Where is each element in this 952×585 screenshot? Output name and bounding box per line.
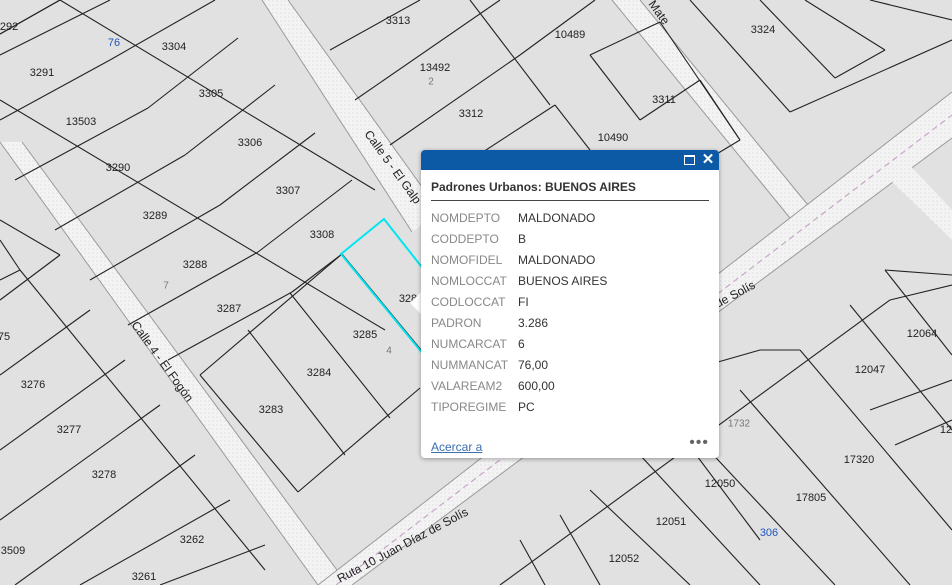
attribute-name: VALAREAM2: [431, 378, 503, 393]
attribute-value: MALDONADO: [518, 210, 596, 225]
parcel-number-label: 3291: [30, 67, 54, 79]
attribute-name: NUMCARCAT: [431, 336, 507, 351]
parcel-number-label: 3262: [180, 534, 204, 546]
cadastral-label: 4: [386, 346, 392, 357]
attribute-row: CODLOCCAT FI: [431, 291, 607, 312]
cadastral-label: 7: [163, 281, 169, 292]
parcel-number-label: 3277: [57, 424, 81, 436]
parcel-number-label: 292: [0, 21, 18, 33]
popup-header: ✕: [421, 150, 719, 170]
parcel-number-label: 3311: [652, 94, 676, 106]
zoom-to-link[interactable]: Acercar a: [431, 440, 482, 454]
popup-footer: Acercar a •••: [431, 434, 709, 454]
parcel-number-label: 12064: [907, 328, 938, 340]
attribute-value: BUENOS AIRES: [518, 273, 608, 288]
parcel-number-label: 3312: [459, 108, 483, 120]
parcel-number-label: 3304: [162, 41, 186, 53]
parcel-number-label: 12052: [609, 553, 640, 565]
parcel-number-label: 3283: [259, 404, 283, 416]
parcel-number-label: 3509: [1, 545, 25, 557]
attribute-name: NOMOFIDEL: [431, 252, 503, 267]
attribute-value: 600,00: [518, 378, 555, 393]
attribute-name: NUMMANCAT: [431, 357, 509, 372]
parcel-number-label: 3313: [386, 15, 410, 27]
parcel-number-label: 12: [940, 424, 952, 436]
parcel-number-label: 10490: [598, 132, 629, 144]
attribute-value: FI: [518, 294, 529, 309]
attribute-table: NOMDEPTO MALDONADO CODDEPTO B NOMOFIDEL MALDO…: [431, 207, 607, 417]
attribute-row: NOMOFIDEL MALDONADO: [431, 249, 607, 270]
more-options-button[interactable]: •••: [689, 434, 709, 452]
parcel-number-label: 3308: [310, 229, 334, 241]
parcel-number-label: 12050: [705, 478, 736, 490]
parcel-number-label: 3305: [199, 88, 223, 100]
attribute-row: PADRON 3.286: [431, 312, 607, 333]
attribute-name: CODLOCCAT: [431, 294, 506, 309]
parcel-number-label: 13492: [420, 62, 451, 74]
parcel-number-label: 17320: [844, 454, 875, 466]
popup-title: Padrones Urbanos: BUENOS AIRES: [431, 180, 709, 201]
attribute-value: B: [518, 231, 527, 246]
parcel-number-label: 3306: [238, 137, 262, 149]
cadastral-label: 2: [428, 77, 434, 88]
parcel-number-label: 3276: [21, 379, 45, 391]
attribute-name: NOMDEPTO: [431, 210, 501, 225]
parcel-number-label: 3324: [751, 24, 775, 36]
parcel-number-label: 12047: [855, 364, 886, 376]
attribute-row: NUMMANCAT 76,00: [431, 354, 607, 375]
parcel-number-label: 3284: [307, 367, 331, 379]
attribute-name: PADRON: [431, 315, 482, 330]
parcel-number-label: 3278: [92, 469, 116, 481]
popup-pointer: [410, 292, 421, 314]
cadastral-label: 1732: [728, 419, 751, 430]
block-number-label: 76: [108, 37, 120, 49]
attribute-value: 6: [518, 336, 525, 351]
parcel-number-label: 10489: [555, 29, 586, 41]
attribute-value: PC: [518, 399, 535, 414]
attribute-row: NUMCARCAT 6: [431, 333, 607, 354]
attribute-name: CODDEPTO: [431, 231, 499, 246]
attribute-row: VALAREAM2 600,00: [431, 375, 607, 396]
attribute-row: TIPOREGIME PC: [431, 396, 607, 417]
parcel-number-label: 13503: [66, 116, 97, 128]
parcel-number-label: 75: [0, 331, 10, 343]
parcel-number-label: 17805: [796, 492, 827, 504]
parcel-number-label: 3287: [217, 303, 241, 315]
parcel-number-label: 3288: [183, 259, 207, 271]
parcel-number-label: 3290: [106, 162, 130, 174]
maximize-button[interactable]: [681, 152, 697, 168]
block-number-label: 306: [760, 527, 778, 539]
attribute-row: NOMDEPTO MALDONADO: [431, 207, 607, 228]
attribute-name: TIPOREGIME: [431, 399, 507, 414]
parcel-number-label: 3307: [276, 185, 300, 197]
attribute-value: MALDONADO: [518, 252, 596, 267]
attribute-name: NOMLOCCAT: [431, 273, 507, 288]
attribute-row: CODDEPTO B: [431, 228, 607, 249]
attribute-row: NOMLOCCAT BUENOS AIRES: [431, 270, 607, 291]
parcel-number-label: 3261: [132, 571, 156, 583]
parcel-number-label: 12051: [656, 516, 687, 528]
attribute-value: 76,00: [518, 357, 549, 372]
parcel-number-label: 3289: [143, 210, 167, 222]
parcel-number-label: 3285: [353, 329, 377, 341]
info-popup: ✕ Padrones Urbanos: BUENOS AIRES NOMDEPT…: [421, 150, 719, 458]
attribute-value: 3.286: [518, 315, 549, 330]
maximize-icon: [683, 155, 695, 165]
close-button[interactable]: ✕: [700, 152, 716, 168]
